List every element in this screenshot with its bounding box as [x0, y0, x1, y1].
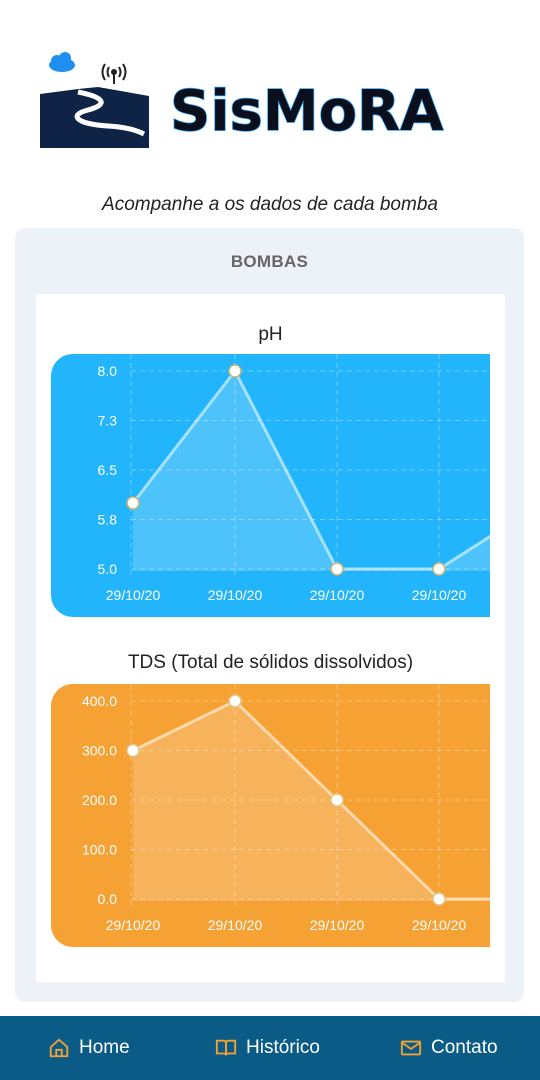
data-point[interactable]: [228, 694, 242, 708]
nav-home[interactable]: Home: [48, 1016, 130, 1080]
data-point[interactable]: [330, 793, 344, 807]
y-tick-label: 300.0: [82, 743, 117, 759]
nav-history-label: Histórico: [246, 1037, 320, 1058]
nav-contact-label: Contato: [431, 1037, 498, 1058]
data-point[interactable]: [432, 892, 446, 906]
tds-chart-title: TDS (Total de sólidos dissolvidos): [127, 652, 414, 673]
ph-chart: 8.0 7.3 6.5 5.8 5.0 29/10/20 29/10/20 29/10/20 2…: [51, 354, 490, 617]
data-point[interactable]: [126, 743, 140, 758]
y-tick-label: 100.0: [82, 842, 117, 858]
ph-chart-svg: 8.0 7.3 6.5 5.8 5.0 29/10/20 29/10/20 29/10/20 2…: [51, 354, 490, 617]
tds-chart-svg: 400.0 300.0 200.0 100.0 0.0 29/10/20 29/10/20 2…: [51, 684, 490, 947]
x-tick-label: 29/10/20: [310, 587, 365, 603]
x-tick-label: 29/10/20: [208, 587, 263, 603]
data-point[interactable]: [330, 562, 344, 576]
y-tick-label: 5.8: [98, 512, 118, 528]
antenna-icon: [101, 63, 127, 84]
y-tick-label: 400.0: [82, 693, 117, 709]
y-tick-label: 8.0: [98, 363, 118, 379]
y-tick-label: 200.0: [82, 792, 117, 808]
nav-history[interactable]: Histórico: [215, 1016, 320, 1080]
page-subtitle: Acompanhe a os dados de cada bomba: [102, 194, 438, 215]
x-tick-label: 29/10/20: [310, 917, 365, 933]
tds-chart: 400.0 300.0 200.0 100.0 0.0 29/10/20 29/10/20 2…: [51, 684, 490, 947]
nav-home-label: Home: [79, 1037, 130, 1058]
x-tick-label: 29/10/20: [412, 917, 467, 933]
y-tick-label: 7.3: [98, 413, 118, 429]
home-icon: [49, 1038, 69, 1058]
x-tick-label: 29/10/20: [106, 587, 161, 603]
pumps-card: BOMBAS pH 8.0 7.3 6.5 5.8 5.0 29/10/20 29/10/2…: [15, 228, 524, 1002]
x-tick-label: 29/10/20: [412, 587, 467, 603]
book-icon: [215, 1039, 237, 1056]
charts-panel: pH 8.0 7.3 6.5 5.8 5.0 29/10/20 29/10/20 29/10/…: [36, 294, 505, 982]
y-tick-label: 0.0: [98, 891, 118, 907]
cloud-icon: [49, 52, 75, 72]
mail-icon: [400, 1040, 422, 1056]
app-logo: SisMoRA: [38, 52, 498, 152]
y-tick-label: 5.0: [98, 561, 118, 577]
app-logo-text: SisMoRA: [170, 79, 444, 144]
data-point[interactable]: [126, 496, 140, 510]
nav-contact[interactable]: Contato: [400, 1016, 498, 1080]
data-point[interactable]: [228, 364, 242, 378]
ph-chart-title: pH: [258, 324, 283, 345]
x-tick-label: 29/10/20: [208, 917, 263, 933]
data-point[interactable]: [432, 562, 446, 576]
river-icon: [40, 87, 149, 148]
y-tick-label: 6.5: [98, 462, 118, 478]
card-title: BOMBAS: [230, 252, 309, 271]
bottom-nav: Home Histórico Contato: [0, 1016, 540, 1080]
x-tick-label: 29/10/20: [106, 917, 161, 933]
